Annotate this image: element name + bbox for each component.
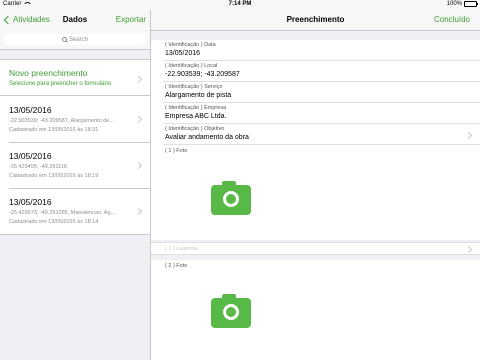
field-service[interactable]: ( Identificação ) Serviço Alargamento de… — [151, 82, 480, 103]
field-date[interactable]: ( Identificação ) Data 13/05/2016 — [151, 40, 480, 61]
record-row[interactable]: 13/05/2016 -22.903539; -43.209587, Alarg… — [0, 96, 150, 142]
export-button[interactable]: Exportar — [116, 15, 146, 24]
new-entry-title: Novo preenchimento — [9, 68, 88, 78]
record-date: 13/05/2016 — [9, 151, 52, 161]
record-date: 13/05/2016 — [9, 197, 52, 207]
field-value: Avaliar andamento da obra — [165, 134, 249, 141]
search-input[interactable]: Search — [4, 34, 146, 45]
caption-placeholder: ( 1 ) Legenda — [165, 246, 198, 252]
field-value: Empresa ABC Ltda. — [165, 113, 227, 120]
field-value: -22.903539; -43.209587 — [165, 71, 240, 78]
field-location[interactable]: ( Identificação ) Local -22.903539; -43.… — [151, 61, 480, 82]
chevron-left-icon — [3, 15, 13, 24]
records-list: 13/05/2016 -22.903539; -43.209587, Alarg… — [0, 95, 150, 235]
back-button[interactable]: Atividades — [3, 15, 50, 24]
photo-label: ( 1 ) Foto — [165, 148, 188, 154]
back-button-label: Atividades — [13, 15, 50, 24]
search-placeholder: Search — [68, 36, 88, 43]
detail-navbar: Preenchimento Concluído — [151, 10, 480, 31]
photo-label: ( 2 ) Foto — [165, 263, 188, 269]
search-bar: Search — [0, 31, 150, 50]
field-value: 13/05/2016 — [165, 50, 201, 57]
record-location: -22.903539; -43.209587, Alargamento de..… — [9, 118, 114, 124]
record-registered: Cadastrado em 13/05/2016 às 18:19 — [9, 173, 99, 179]
magnifier-icon — [61, 37, 67, 42]
master-panel: Atividades Dados Exportar Search Novo pr… — [0, 10, 151, 360]
record-row[interactable]: 13/05/2016 -25.429495; -49.291118 Cadast… — [0, 142, 150, 188]
record-date: 13/05/2016 — [9, 105, 52, 115]
field-objective[interactable]: ( Identificação ) Objetivo Avaliar andam… — [151, 124, 480, 145]
field-label: ( Identificação ) Empresa — [165, 105, 227, 111]
clock: 7:14 PM — [228, 1, 252, 7]
field-label: ( Identificação ) Objetivo — [165, 126, 225, 132]
record-location: -25.429495; -49.291118 — [9, 164, 67, 170]
master-navbar: Atividades Dados Exportar — [0, 10, 150, 31]
camera-icon[interactable] — [211, 181, 251, 215]
battery-icon — [464, 1, 478, 7]
chevron-right-icon — [134, 75, 143, 84]
detail-panel: Preenchimento Concluído ( Identificação … — [151, 10, 480, 360]
battery-percent: 100% — [446, 1, 462, 7]
record-registered: Cadastrado em 13/05/2016 às 18:31 — [9, 127, 99, 133]
photo-1-cell: ( 1 ) Foto — [151, 145, 480, 240]
field-label: ( Identificação ) Local — [165, 63, 218, 69]
chevron-right-icon — [134, 207, 143, 216]
field-value: Alargamento de pista — [165, 92, 232, 99]
new-entry-cell[interactable]: Novo preenchimento Selecione para preenc… — [0, 59, 150, 97]
form-body: ( Identificação ) Data 13/05/2016 ( Iden… — [151, 31, 480, 360]
chevron-right-icon — [464, 245, 473, 254]
chevron-right-icon — [134, 161, 143, 170]
caption-field[interactable]: ( 1 ) Legenda — [151, 242, 480, 255]
field-label: ( Identificação ) Serviço — [165, 84, 223, 90]
field-label: ( Identificação ) Data — [165, 42, 216, 48]
done-button[interactable]: Concluído — [434, 15, 470, 24]
record-registered: Cadastrado em 13/05/2016 às 18:14 — [9, 219, 99, 225]
record-location: -25.429573; -49.291085, Manutencao, Ag..… — [9, 210, 116, 216]
new-entry-subtitle: Selecione para preencher o formulário — [9, 81, 112, 87]
chevron-right-icon — [134, 115, 143, 124]
field-company[interactable]: ( Identificação ) Empresa Empresa ABC Lt… — [151, 103, 480, 124]
photo-2-cell: ( 2 ) Foto — [151, 260, 480, 360]
battery-indicator: 100% — [446, 1, 478, 7]
status-bar: Carrier 7:14 PM 100% — [0, 0, 480, 10]
chevron-right-icon — [464, 131, 473, 140]
detail-title: Preenchimento — [286, 15, 345, 24]
camera-icon[interactable] — [211, 294, 251, 328]
record-row[interactable]: 13/05/2016 -25.429573; -49.291085, Manut… — [0, 188, 150, 234]
